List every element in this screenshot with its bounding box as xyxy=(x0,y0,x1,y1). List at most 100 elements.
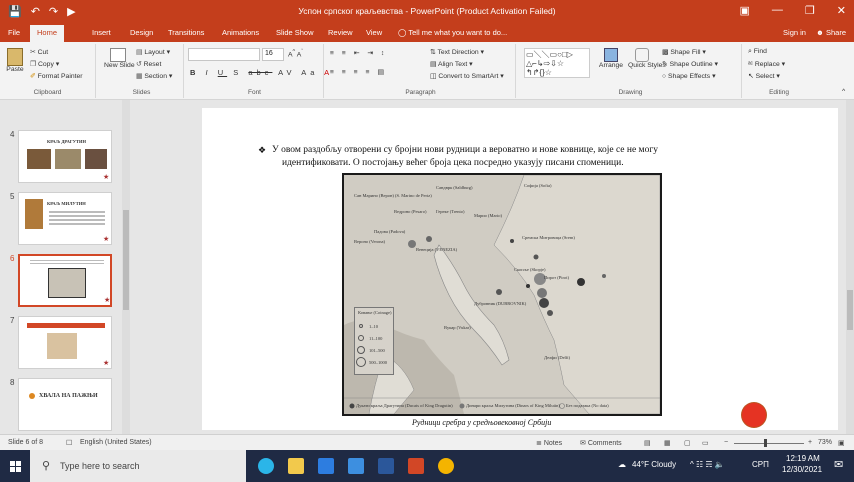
scrollbar-thumb[interactable] xyxy=(847,290,853,330)
change-case-button[interactable]: Aa xyxy=(301,68,318,77)
new-slide-button[interactable]: New Slide xyxy=(104,48,135,69)
map-legend-label: Динари краља Милутина (Dinars of King Mi… xyxy=(466,403,560,408)
font-name-select[interactable] xyxy=(188,48,260,61)
slide-thumbnail-4[interactable]: КРАЉ ДРАГУТИН ★ xyxy=(18,130,112,183)
thumbnail-scrollbar[interactable] xyxy=(122,100,130,434)
clock-date[interactable]: 12/30/2021 xyxy=(782,465,822,474)
edge-browser-icon[interactable] xyxy=(258,458,274,474)
paste-button[interactable]: Paste xyxy=(4,48,26,73)
zoom-slider[interactable] xyxy=(734,443,804,444)
shadow-button[interactable]: S xyxy=(233,68,242,77)
tab-home[interactable]: Home xyxy=(30,25,65,42)
bullet-paragraph[interactable]: ❖ У овом раздобљу отворени су бројни нов… xyxy=(258,144,772,170)
restore-icon[interactable]: ❐ xyxy=(805,4,815,17)
chrome-icon[interactable] xyxy=(438,458,454,474)
zoom-out-button[interactable]: − xyxy=(724,439,728,446)
slide-scrollbar[interactable] xyxy=(846,100,854,434)
weather-icon[interactable]: ☁ xyxy=(618,460,626,469)
font-size-select[interactable]: 16 xyxy=(262,48,284,61)
share-button[interactable]: ☻ Share xyxy=(816,28,846,37)
copy-button[interactable]: ❐ Copy ▾ xyxy=(30,60,59,68)
minimize-icon[interactable]: — xyxy=(772,4,783,17)
shapes-gallery[interactable]: ▭＼＼▭○□▷ △⌐↳⇨⇩☆ ↰↱{}☆ xyxy=(524,48,590,78)
replace-button[interactable]: ᵃᶜ Replace ▾ xyxy=(748,60,785,68)
reading-view-icon[interactable]: ▢ xyxy=(684,439,691,447)
tab-review[interactable]: Review xyxy=(328,28,353,37)
align-text-button[interactable]: ▤ Align Text ▾ xyxy=(430,60,473,68)
list-buttons[interactable]: ≡ ≡ ⇤ ⇥ ↕ xyxy=(330,49,387,57)
zoom-slider-thumb[interactable] xyxy=(764,439,767,447)
current-slide[interactable]: ❖ У овом раздобљу отворени су бројни нов… xyxy=(202,108,838,430)
close-icon[interactable]: ✕ xyxy=(837,4,846,17)
slide-thumbnail-7[interactable]: ★ xyxy=(18,316,112,369)
layout-button[interactable]: ▤ Layout ▾ xyxy=(136,48,170,56)
weather-text[interactable]: 44°F Cloudy xyxy=(632,460,676,469)
taskbar-search-box[interactable]: ⚲ Type here to search xyxy=(30,450,246,482)
convert-smartart-button[interactable]: ◫ Convert to SmartArt ▾ xyxy=(430,72,504,80)
windows-start-icon[interactable] xyxy=(10,461,21,472)
align-buttons[interactable]: ≡ ≡ ≡ ≡ ▤ xyxy=(330,68,387,76)
normal-view-icon[interactable]: ▤ xyxy=(644,439,651,447)
select-button[interactable]: ↖ Select ▾ xyxy=(748,72,780,80)
map-place-label: Марио (Mario) xyxy=(474,213,503,218)
shape-effects-button[interactable]: ○ Shape Effects ▾ xyxy=(662,72,716,80)
strikethrough-button[interactable]: abc xyxy=(248,68,272,77)
slide-sorter-icon[interactable]: ▦ xyxy=(664,439,671,447)
find-button[interactable]: ⌕ Find xyxy=(748,48,767,56)
notification-icon[interactable]: ✉ xyxy=(834,458,843,471)
slideshow-view-icon[interactable]: ▭ xyxy=(702,439,709,447)
shape-fill-button[interactable]: ▩ Shape Fill ▾ xyxy=(662,48,706,56)
tab-slide-show[interactable]: Slide Show xyxy=(276,28,314,37)
grow-font-icon[interactable]: A^ Aˇ xyxy=(288,49,303,58)
slide-thumbnail-5[interactable]: КРАЉ МИЛУТИН ★ xyxy=(18,192,112,245)
file-explorer-icon[interactable] xyxy=(288,458,304,474)
tab-transitions[interactable]: Transitions xyxy=(168,28,204,37)
zoom-level[interactable]: 73% xyxy=(818,439,832,446)
fit-slide-icon[interactable]: ▣ xyxy=(838,439,845,447)
input-language[interactable]: СРП xyxy=(752,460,769,469)
bold-button[interactable]: B xyxy=(190,68,199,77)
comments-button[interactable]: ✉ Comments xyxy=(580,439,622,447)
brush-icon: ✐ xyxy=(30,73,36,80)
silver-mines-map[interactable]: Сан Марино (Верон) (S. Marino de Pertz) … xyxy=(342,173,662,416)
cut-button[interactable]: ✂ Cut xyxy=(30,48,48,56)
character-spacing-button[interactable]: AV xyxy=(278,68,295,77)
tray-icons[interactable]: ^ ☷ ☴ 🔈 xyxy=(690,460,725,469)
slide-thumbnail-6[interactable]: ★ xyxy=(18,254,112,307)
arrange-button[interactable]: Arrange xyxy=(598,48,624,69)
language-indicator[interactable]: English (United States) xyxy=(80,439,152,446)
reset-button[interactable]: ↺ Reset xyxy=(136,60,161,68)
underline-button[interactable]: U xyxy=(218,68,227,77)
notes-button[interactable]: ≣ Notes xyxy=(536,439,562,447)
format-painter-button[interactable]: ✐ Format Painter xyxy=(30,72,83,80)
thumbnail-image xyxy=(25,199,43,229)
slide-thumbnail-8[interactable]: ХВАЛА НА ПАЖЊИ xyxy=(18,378,112,431)
powerpoint-icon[interactable] xyxy=(408,458,424,474)
sign-in-link[interactable]: Sign in xyxy=(783,28,806,37)
word-icon[interactable] xyxy=(378,458,394,474)
quick-styles-button[interactable]: Quick Styles xyxy=(628,48,666,69)
store-icon[interactable] xyxy=(318,458,334,474)
tab-view[interactable]: View xyxy=(366,28,382,37)
mail-icon[interactable] xyxy=(348,458,364,474)
scrollbar-thumb[interactable] xyxy=(123,210,129,310)
text-direction-button[interactable]: ⇅ Text Direction ▾ xyxy=(430,48,484,56)
tab-design[interactable]: Design xyxy=(130,28,153,37)
shape-outline-button[interactable]: ✎ Shape Outline ▾ xyxy=(662,60,718,68)
tell-me-search[interactable]: ◯ Tell me what you want to do... xyxy=(398,28,507,37)
zoom-in-button[interactable]: + xyxy=(808,439,812,446)
tab-insert[interactable]: Insert xyxy=(92,28,111,37)
increase-indent-icon: ⇥ xyxy=(367,50,377,57)
italic-button[interactable]: I xyxy=(206,68,212,77)
status-bar: Slide 6 of 8 ☐ English (United States) ≣… xyxy=(0,434,854,450)
clock-time[interactable]: 12:19 AM xyxy=(786,454,820,463)
copy-icon: ❐ xyxy=(30,61,37,68)
legend-circle-icon xyxy=(357,346,365,354)
spell-check-icon[interactable]: ☐ xyxy=(66,439,72,447)
collapse-ribbon-icon[interactable]: ^ xyxy=(842,88,845,95)
ribbon-display-icon[interactable]: ▣ xyxy=(740,4,750,17)
tab-animations[interactable]: Animations xyxy=(222,28,259,37)
red-circle-shape[interactable] xyxy=(742,403,766,427)
section-button[interactable]: ▦ Section ▾ xyxy=(136,72,172,80)
tab-file[interactable]: File xyxy=(8,28,20,37)
